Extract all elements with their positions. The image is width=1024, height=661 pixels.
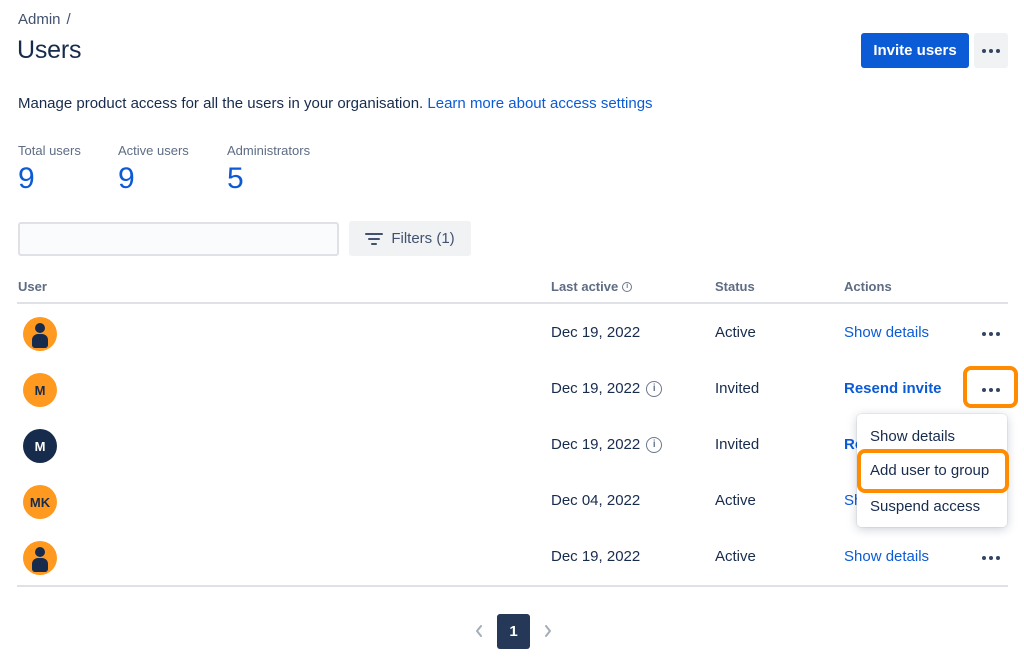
avatar[interactable] [23, 541, 57, 575]
column-header-last-active[interactable]: Last active i [551, 279, 633, 294]
stat-total-users: Total users 9 [18, 143, 81, 194]
stat-label: Administrators [227, 143, 311, 158]
next-page-button[interactable] [540, 625, 556, 637]
breadcrumb-separator: / [66, 11, 71, 28]
stat-administrators: Administrators 5 [227, 143, 310, 194]
avatar[interactable]: M [23, 429, 57, 463]
last-active-value: Dec 19, 2022 [551, 436, 641, 453]
filter-icon [365, 232, 384, 245]
filters-button[interactable]: Filters (1) [349, 221, 471, 256]
page-button-current[interactable]: 1 [497, 613, 530, 649]
column-header-actions: Actions [844, 279, 892, 294]
page-title: Users [17, 36, 82, 64]
stat-value: 5 [227, 162, 244, 195]
last-active-cell: Dec 04, 2022 [551, 492, 641, 509]
previous-page-button[interactable] [471, 625, 487, 637]
status-cell: Invited [715, 380, 760, 397]
status-cell: Active [715, 324, 756, 341]
table-footer-divider [17, 585, 1008, 587]
last-active-cell: Dec 19, 2022 [551, 548, 641, 565]
stat-value: 9 [18, 162, 35, 195]
stat-value: 9 [118, 162, 135, 195]
highlight-ring [857, 449, 1009, 493]
menu-item-suspend-access[interactable]: Suspend access [870, 498, 980, 515]
user-placeholder-body [32, 558, 48, 572]
column-header-status: Status [715, 279, 755, 294]
more-horizontal-icon [982, 48, 1000, 53]
search-input[interactable] [18, 222, 339, 256]
column-label: User [18, 279, 47, 294]
user-placeholder-icon [35, 323, 45, 333]
column-label: Last active [551, 279, 619, 294]
table-row: M Dec 19, 2022 i Invited Resend invite [0, 361, 1024, 417]
row-more-actions-button[interactable] [978, 547, 1004, 569]
breadcrumb-admin-link[interactable]: Admin [18, 11, 61, 28]
stat-active-users: Active users 9 [118, 143, 189, 194]
pagination: 1 [471, 613, 556, 649]
learn-more-link[interactable]: Learn more about access settings [427, 95, 652, 112]
menu-item-show-details[interactable]: Show details [870, 428, 955, 445]
avatar[interactable]: M [23, 373, 57, 407]
column-header-user: User [18, 279, 47, 294]
status-cell: Active [715, 492, 756, 509]
more-horizontal-icon [982, 332, 1000, 336]
row-more-actions-button[interactable] [978, 323, 1004, 345]
table-header-divider [17, 302, 1008, 304]
breadcrumb: Admin / [18, 11, 71, 28]
info-icon[interactable]: i [646, 436, 663, 453]
info-icon[interactable]: i [646, 380, 663, 397]
column-label: Status [715, 279, 755, 294]
column-label: Actions [844, 279, 892, 294]
status-cell: Invited [715, 436, 760, 453]
last-active-value: Dec 19, 2022 [551, 380, 641, 397]
user-placeholder-icon [35, 547, 45, 557]
table-row: Dec 19, 2022 Active Show details [0, 529, 1024, 585]
resend-invite-link[interactable]: Resend invite [844, 380, 942, 397]
stat-label: Active users [118, 143, 189, 158]
stat-label: Total users [18, 143, 81, 158]
chevron-right-icon [545, 625, 551, 637]
show-details-link[interactable]: Show details [844, 548, 929, 565]
invite-users-button[interactable]: Invite users [861, 33, 969, 68]
more-horizontal-icon [982, 556, 1000, 560]
avatar[interactable] [23, 317, 57, 351]
avatar[interactable]: MK [23, 485, 57, 519]
description-text: Manage product access for all the users … [18, 95, 424, 112]
user-placeholder-body [32, 334, 48, 348]
last-active-cell: Dec 19, 2022 i [551, 436, 663, 453]
page-more-actions-button[interactable] [974, 33, 1008, 68]
highlight-ring [963, 366, 1018, 408]
last-active-cell: Dec 19, 2022 [551, 324, 641, 341]
filters-label: Filters (1) [391, 230, 455, 247]
last-active-cell: Dec 19, 2022 i [551, 380, 663, 397]
table-row: Dec 19, 2022 Active Show details [0, 305, 1024, 361]
status-cell: Active [715, 548, 756, 565]
info-icon[interactable]: i [622, 281, 633, 292]
show-details-link[interactable]: Show details [844, 324, 929, 341]
page-description: Manage product access for all the users … [18, 95, 653, 112]
chevron-left-icon [476, 625, 482, 637]
